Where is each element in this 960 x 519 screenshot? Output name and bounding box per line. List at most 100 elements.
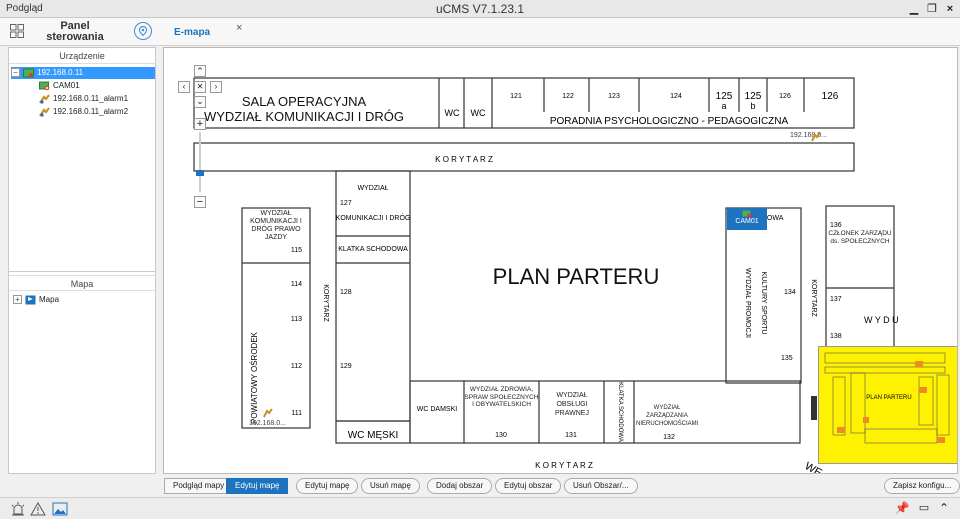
map-label: POWIATOWY OŚRODEK xyxy=(250,331,259,424)
alarm-sensor-icon xyxy=(39,94,50,104)
map-label: KLATKA SCHODOWA xyxy=(617,382,623,442)
map-label: 127 xyxy=(340,200,352,207)
map-label: 111 xyxy=(291,410,302,417)
map-label: KULTURY SPORTU xyxy=(760,272,767,335)
device-tree-cam01[interactable]: CAM01 xyxy=(39,80,80,92)
fit-center-icon[interactable]: ✕ xyxy=(194,81,206,93)
image-icon[interactable] xyxy=(52,501,68,517)
map-label: WC xyxy=(445,108,460,118)
map-label: KORYTARZ xyxy=(322,284,329,322)
map-label: WYDZIAŁ PROMOCJI xyxy=(744,268,751,338)
map-label: 126 xyxy=(779,93,791,100)
expand-icon[interactable]: + xyxy=(13,295,22,305)
minimap-plan: PLAN PARTERU xyxy=(824,352,950,444)
map-label: WYDZIAŁ OBSŁUGI PRAWNEJ xyxy=(555,392,589,417)
tab-emapa[interactable]: E-mapa xyxy=(174,27,210,38)
window-icon[interactable]: ▭ xyxy=(916,501,932,517)
map-label: 129 xyxy=(340,363,352,370)
device-tree-alarm2[interactable]: 192.168.0.11_alarm2 xyxy=(39,106,128,118)
map-label: WC xyxy=(471,108,486,118)
map-label: 135 xyxy=(781,355,793,362)
plan-title: PLAN PARTERU xyxy=(493,264,660,289)
zoom-in-icon[interactable]: + xyxy=(194,118,206,130)
map-label: WC DAMSKI xyxy=(417,406,458,413)
panel-sterowania-label[interactable]: Panel sterowania xyxy=(40,21,110,43)
zapisz-konfiguracje-button[interactable]: Zapisz konfigu... xyxy=(884,478,960,494)
map-label: 126 xyxy=(822,91,839,102)
center-left-block xyxy=(335,170,411,422)
alarm-marker-2[interactable]: 192.168.0... xyxy=(249,420,286,427)
tab-close-icon[interactable]: × xyxy=(236,22,242,34)
camera-icon xyxy=(39,81,50,91)
map-label: b xyxy=(750,101,755,111)
minimap-toggle[interactable] xyxy=(811,396,817,420)
warning-icon[interactable] xyxy=(30,501,46,517)
device-tree-root[interactable]: −192.168.0.11 xyxy=(11,67,155,79)
close-icon[interactable]: × xyxy=(942,1,958,17)
zoom-slider-track[interactable] xyxy=(199,132,201,192)
map-label: 124 xyxy=(670,93,682,100)
map-label: 138 xyxy=(830,333,842,340)
pan-up-icon[interactable]: ⌃ xyxy=(194,65,206,77)
collapse-icon[interactable]: − xyxy=(11,68,20,78)
map-label: WYDZIAŁ ZDROWIA, SPRAW SPOŁECZNYCH I OBY… xyxy=(464,386,539,408)
map-label: 113 xyxy=(291,316,302,323)
alarm-marker-1[interactable]: 192.168.0... xyxy=(790,132,827,139)
emap-canvas[interactable]: SALA OPERACYJNA WYDZIAŁ KOMUNIKACJI I DR… xyxy=(163,47,958,474)
app-title: uCMS V7.1.23.1 xyxy=(435,2,525,16)
map-toolbar: Podgląd mapy Edytuj mapę Edytuj mapę Usu… xyxy=(158,476,960,496)
map-label: 132 xyxy=(663,434,675,441)
map-label: CZŁONEK ZARZĄDU ds. SPOŁECZNYCH xyxy=(828,230,892,245)
edytuj-mape-active-button[interactable]: Edytuj mapę xyxy=(226,478,289,494)
grid-icon[interactable] xyxy=(10,24,24,38)
edytuj-mape-button[interactable]: Edytuj mapę xyxy=(296,478,359,494)
map-icon xyxy=(25,295,36,305)
map-label: 112 xyxy=(291,363,302,370)
camera-icon xyxy=(742,210,751,218)
status-bar: 📌 ▭ ⌃ xyxy=(0,497,960,519)
map-label: K O R Y T A R Z xyxy=(435,155,493,164)
zoom-slider-handle[interactable] xyxy=(196,170,204,176)
map-label: KORYTARZ xyxy=(810,279,817,317)
collapse-up-icon[interactable]: ⌃ xyxy=(936,501,952,517)
map-label: SALA OPERACYJNA xyxy=(242,94,367,109)
dodaj-obszar-button[interactable]: Dodaj obszar xyxy=(427,478,493,494)
podglad-mapy-button[interactable]: Podgląd mapy xyxy=(164,478,234,494)
pan-left-icon[interactable]: ‹ xyxy=(178,81,190,93)
alarm-sensor-icon[interactable] xyxy=(811,132,821,142)
alarm-sensor-icon xyxy=(39,107,50,117)
map-label: WYDZIAŁ ZARZĄDZANIA NIERUCHOMOŚCIAMI xyxy=(636,405,698,427)
left-panel: Urządzenie −192.168.0.11 CAM01 192.168.0… xyxy=(8,47,156,474)
map-label: 122 xyxy=(562,93,574,100)
pin-icon[interactable]: 📌 xyxy=(894,501,910,517)
dvr-icon xyxy=(23,68,34,78)
map-label: WC MĘSKI xyxy=(348,430,399,441)
map-tree-root[interactable]: + Mapa xyxy=(13,294,59,306)
map-label: 121 xyxy=(510,93,522,100)
minimap-label: PLAN PARTERU xyxy=(866,395,911,401)
top-bar: Panel sterowania E-mapa × xyxy=(0,18,960,46)
map-label: 115 xyxy=(291,247,302,254)
alarm-sensor-icon[interactable] xyxy=(263,408,273,418)
pan-down-icon[interactable]: ⌄ xyxy=(194,96,206,108)
map-section-header: Mapa xyxy=(9,275,155,291)
minimap[interactable]: PLAN PARTERU xyxy=(818,346,957,464)
map-label: KOMUNIKACJI I DRÓG xyxy=(336,213,411,222)
map-label: WYDZIAŁ KOMUNIKACJI I DRÓG PRAWO JAZDY xyxy=(250,210,302,241)
camera-marker-cam01[interactable]: CAM01 xyxy=(727,208,767,230)
zoom-out-icon[interactable]: − xyxy=(194,196,206,208)
location-pin-icon[interactable] xyxy=(134,22,152,40)
panel-divider xyxy=(9,271,155,272)
pan-right-icon[interactable]: › xyxy=(210,81,222,93)
device-tree-alarm1[interactable]: 192.168.0.11_alarm1 xyxy=(39,93,128,105)
edytuj-obszar-button[interactable]: Edytuj obszar xyxy=(495,478,562,494)
map-label: W Y D U xyxy=(864,315,899,325)
usun-mape-button[interactable]: Usuń mapę xyxy=(361,478,420,494)
restore-icon[interactable]: ❐ xyxy=(924,1,940,17)
map-label: 131 xyxy=(565,432,577,439)
map-label: 134 xyxy=(784,289,796,296)
minimize-icon[interactable]: ▁ xyxy=(906,1,922,17)
alarm-light-icon[interactable] xyxy=(10,501,26,517)
usun-obszar-button[interactable]: Usuń Obszar/... xyxy=(564,478,638,494)
map-label: WYDZIAŁ KOMUNIKACJI I DRÓG xyxy=(204,109,404,124)
